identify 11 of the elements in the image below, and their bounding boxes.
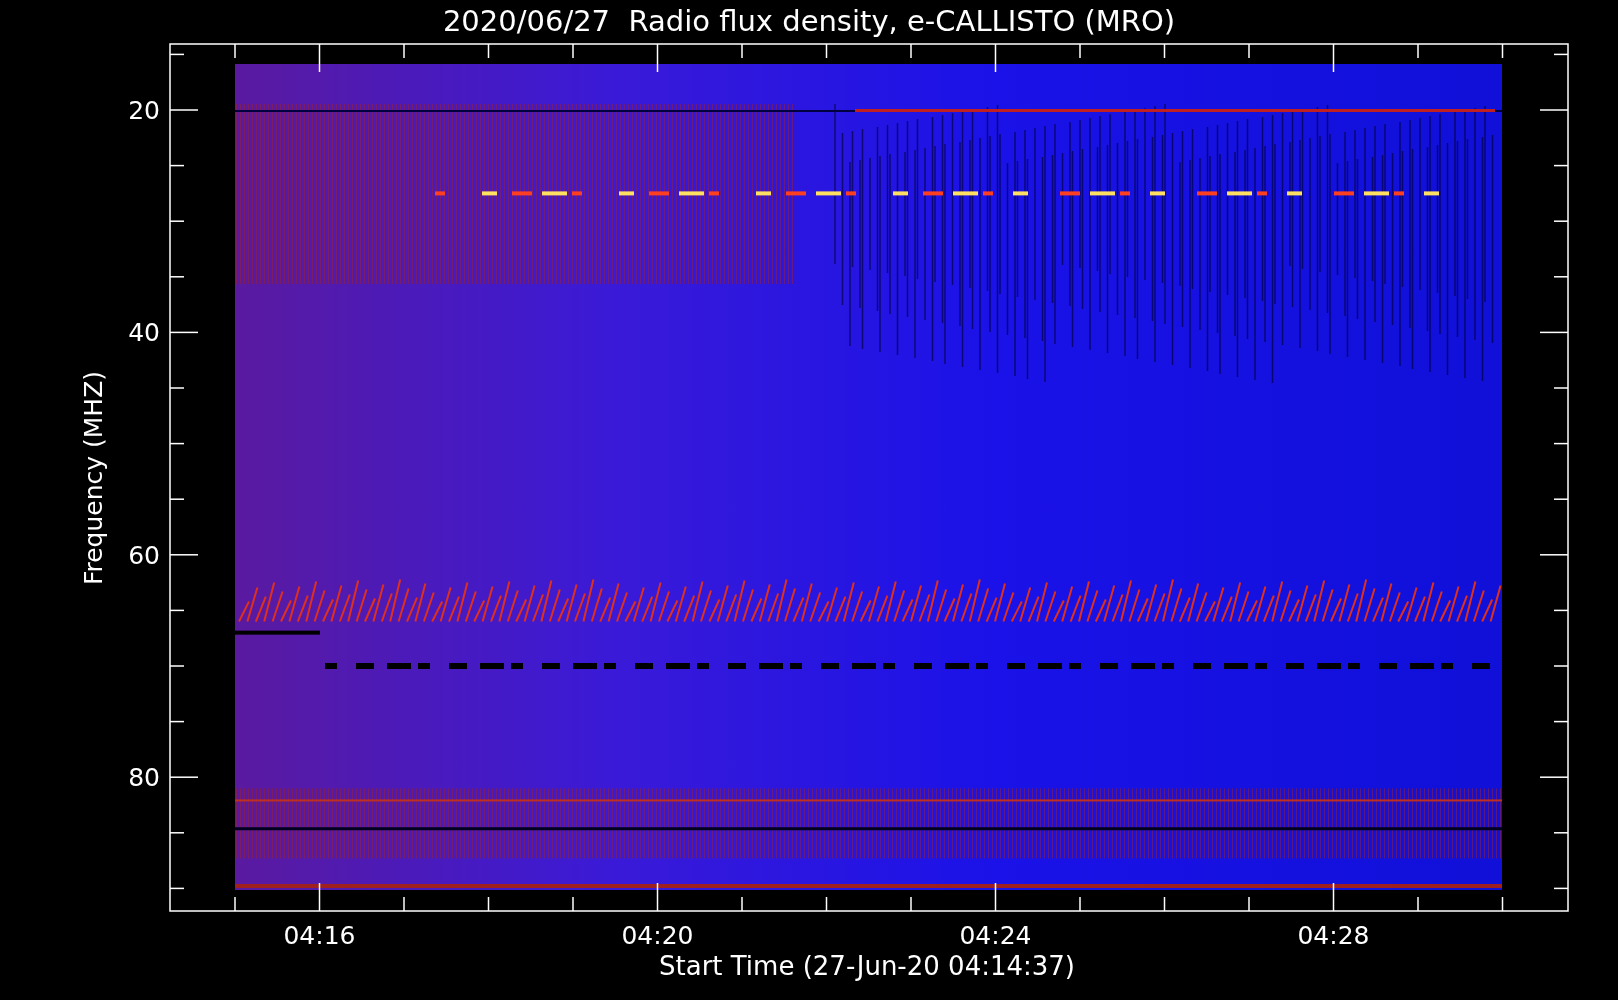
x-tick-label: 04:28: [1297, 921, 1370, 950]
x-tick-label: 04:24: [959, 921, 1032, 950]
y-axis-label: Frequency (MHZ): [79, 370, 108, 586]
y-tick-label: 60: [128, 540, 160, 570]
y-tick-label: 40: [128, 318, 160, 348]
y-tick-label: 20: [128, 96, 160, 125]
x-axis-label: Start Time (27-Jun-20 04:14:37): [659, 951, 1075, 981]
x-tick-label: 04:20: [621, 921, 694, 950]
y-tick-label: 80: [128, 763, 160, 793]
x-tick-label: 04:16: [283, 921, 356, 950]
plot-title: 2020/06/27 Radio flux density, e-CALLISTO (MRO): [442, 4, 1176, 38]
